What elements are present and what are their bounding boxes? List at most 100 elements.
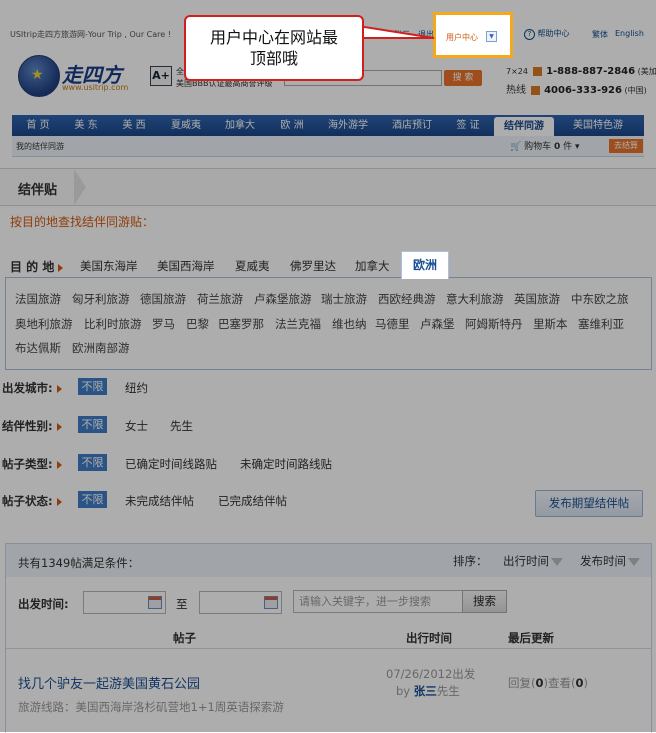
header-search-button[interactable]: 搜 索 xyxy=(444,70,482,86)
nav-study-abroad[interactable]: 海外游学 xyxy=(318,115,378,136)
filter-status-all[interactable]: 不限 xyxy=(78,491,107,508)
nav-us-special[interactable]: 美国特色游 xyxy=(560,115,636,136)
dest-item[interactable]: 法国旅游 xyxy=(15,291,61,307)
hotline-hours: 7×24 xyxy=(506,67,528,76)
tab-florida[interactable]: 佛罗里达 xyxy=(290,258,336,274)
traditional-chinese-link[interactable]: 繁体 xyxy=(592,29,608,40)
dest-item[interactable]: 卢森堡旅游 xyxy=(254,291,312,307)
filter-gender-all[interactable]: 不限 xyxy=(78,416,107,433)
hotline-row-1: 7×24 1-888-887-2846 (美加) xyxy=(506,66,656,77)
results-header: 共有1349帖满足条件： 排序： 出行时间 发布时间 xyxy=(6,544,651,577)
main-nav: 首 页 美 东 美 西 夏威夷 加拿大 欧 洲 海外游学 酒店预订 签 证 结伴… xyxy=(12,115,644,136)
english-link[interactable]: English xyxy=(615,29,644,38)
nav-canada[interactable]: 加拿大 xyxy=(216,115,264,136)
help-center-label: 帮助中心 xyxy=(537,29,570,38)
user-center-highlight[interactable]: 用户中心 ▼ xyxy=(433,12,513,58)
help-center-link[interactable]: ? 帮助中心 xyxy=(524,28,570,40)
user-center-link[interactable]: 用户中心 xyxy=(446,32,478,43)
tab-us-west-coast[interactable]: 美国西海岸 xyxy=(157,258,215,274)
question-icon: ? xyxy=(524,29,535,40)
callout-pointer xyxy=(358,24,435,39)
dest-item[interactable]: 里斯本 xyxy=(533,316,568,332)
dest-item[interactable]: 瑞士旅游 xyxy=(321,291,367,307)
dest-item[interactable]: 欧洲南部游 xyxy=(72,340,130,356)
dest-item[interactable]: 巴塞罗那 xyxy=(218,316,264,332)
column-departure: 出行时间 xyxy=(406,631,452,645)
tab-canada[interactable]: 加拿大 xyxy=(355,258,390,274)
nav-travel-companion[interactable]: 结伴同游 xyxy=(494,117,554,136)
filter-type-option[interactable]: 已确定时间线路贴 xyxy=(125,456,217,472)
calendar-icon[interactable] xyxy=(264,596,278,609)
dest-item[interactable]: 西欧经典游 xyxy=(378,291,436,307)
filter-city-all[interactable]: 不限 xyxy=(78,378,107,395)
tab-europe[interactable]: 欧洲 xyxy=(401,251,449,279)
breadcrumb-my-companion[interactable]: 我的结伴同游 xyxy=(16,141,64,152)
date-from-input[interactable] xyxy=(83,591,166,614)
dest-item[interactable]: 荷兰旅游 xyxy=(197,291,243,307)
post-title-link[interactable]: 找几个驴友一起游美国黄石公园 xyxy=(18,673,200,692)
sort-by-publish[interactable]: 发布时间 xyxy=(580,553,640,569)
sort-by-departure[interactable]: 出行时间 xyxy=(503,553,563,569)
filter-status-label-text: 帖子状态: xyxy=(2,494,53,508)
dest-item[interactable]: 法兰克福 xyxy=(275,316,321,332)
dest-item[interactable]: 意大利旅游 xyxy=(446,291,504,307)
keyword-search-input[interactable]: 请输入关键字，进一步搜索 xyxy=(293,590,463,613)
dest-item[interactable]: 布达佩斯 xyxy=(15,340,61,356)
site-logo[interactable]: ★ 走四方 www.usitrip.com xyxy=(18,55,138,97)
filter-gender-option[interactable]: 女士 xyxy=(125,418,148,434)
filter-status-option[interactable]: 未完成结伴帖 xyxy=(125,493,194,509)
filter-status-option[interactable]: 已完成结伴帖 xyxy=(218,493,287,509)
post-departure-date: 07/26/2012出发 xyxy=(386,667,476,681)
filter-gender-option[interactable]: 先生 xyxy=(170,418,193,434)
dest-item[interactable]: 英国旅游 xyxy=(514,291,560,307)
sort-by-departure-label: 出行时间 xyxy=(503,554,549,568)
phone-icon xyxy=(532,67,542,76)
triangle-right-icon xyxy=(56,460,62,469)
tab-us-east-coast[interactable]: 美国东海岸 xyxy=(80,258,138,274)
column-last-update: 最后更新 xyxy=(508,631,554,645)
nav-hawaii[interactable]: 夏威夷 xyxy=(162,115,210,136)
reply-count: 0 xyxy=(535,676,544,690)
destination-label: 目 的 地 xyxy=(10,258,64,275)
page-title: 结伴贴 xyxy=(18,183,58,198)
nav-visa[interactable]: 签 证 xyxy=(446,115,490,136)
cart-label: 购物车 xyxy=(524,142,552,152)
cart-icon: 🛒 xyxy=(510,142,522,152)
arrow-down-icon xyxy=(551,557,563,566)
post-stats: 回复(0)查看(0) xyxy=(508,675,588,691)
dest-item[interactable]: 马德里 xyxy=(375,316,410,332)
dest-item[interactable]: 罗马 xyxy=(152,316,175,332)
dest-item[interactable]: 维也纳 xyxy=(332,316,367,332)
nav-hotel[interactable]: 酒店预订 xyxy=(382,115,442,136)
shopping-cart[interactable]: 🛒 购物车 0 件 ▾ xyxy=(510,139,580,152)
phone-cn: 4006-333-926 xyxy=(544,85,622,96)
post-route-value: 美国西海岸洛杉矶营地1+1周英语探索游 xyxy=(75,700,284,714)
keyword-search-button[interactable]: 搜索 xyxy=(462,590,507,613)
dest-item[interactable]: 卢森堡 xyxy=(420,316,455,332)
arrow-down-icon xyxy=(628,557,640,566)
dest-item[interactable]: 中东欧之旅 xyxy=(571,291,629,307)
dest-item[interactable]: 奥地利旅游 xyxy=(15,316,73,332)
dest-item[interactable]: 比利时旅游 xyxy=(84,316,142,332)
filter-city-option[interactable]: 纽约 xyxy=(125,380,148,396)
dest-item[interactable]: 阿姆斯特丹 xyxy=(465,316,523,332)
nav-home[interactable]: 首 页 xyxy=(16,115,60,136)
nav-us-west[interactable]: 美 西 xyxy=(112,115,156,136)
dest-item[interactable]: 匈牙利旅游 xyxy=(72,291,130,307)
nav-europe[interactable]: 欧 洲 xyxy=(270,115,314,136)
filter-type-label: 帖子类型: xyxy=(2,456,62,472)
filter-type-option[interactable]: 未确定时间路线贴 xyxy=(240,456,332,472)
post-author-link[interactable]: 张三 xyxy=(414,684,437,698)
date-to-input[interactable] xyxy=(199,591,282,614)
dest-item[interactable]: 德国旅游 xyxy=(140,291,186,307)
publish-companion-button[interactable]: 发布期望结伴帖 xyxy=(535,490,643,517)
dest-item[interactable]: 巴黎 xyxy=(186,316,209,332)
checkout-button[interactable]: 去结算 xyxy=(609,139,643,153)
dest-item[interactable]: 塞维利亚 xyxy=(578,316,624,332)
filter-city-label: 出发城市: xyxy=(2,380,62,396)
calendar-icon[interactable] xyxy=(148,596,162,609)
filter-type-all[interactable]: 不限 xyxy=(78,454,107,471)
view-count: 0 xyxy=(575,676,584,690)
nav-us-east[interactable]: 美 东 xyxy=(64,115,108,136)
tab-hawaii[interactable]: 夏威夷 xyxy=(235,258,270,274)
